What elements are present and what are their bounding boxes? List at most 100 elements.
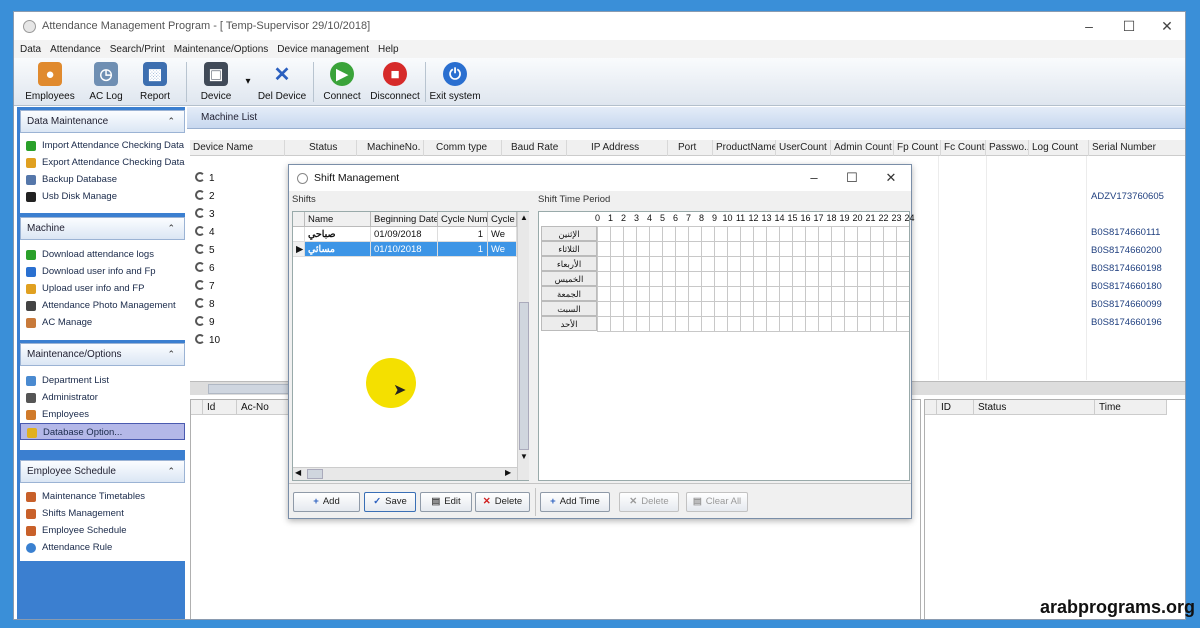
scroll-thumb[interactable] bbox=[307, 469, 323, 479]
col-header[interactable]: Port bbox=[668, 140, 713, 156]
minimize-button[interactable]: – bbox=[1069, 12, 1109, 40]
col-header[interactable]: Log Count bbox=[1029, 140, 1089, 156]
table-row[interactable]: 6 bbox=[195, 260, 215, 278]
table-row[interactable]: 9 bbox=[195, 314, 215, 332]
scroll-down-icon[interactable]: ▼ bbox=[519, 452, 529, 464]
machine-header[interactable]: Machine ⌃ bbox=[20, 217, 185, 240]
employee-schedule-header[interactable]: Employee Schedule ⌃ bbox=[20, 460, 185, 483]
table-row[interactable]: 10 bbox=[195, 332, 220, 350]
scroll-left-icon[interactable]: ◀ bbox=[295, 468, 301, 477]
vertical-scrollbar[interactable]: ▲ ▼ bbox=[517, 212, 529, 480]
edit-button[interactable]: ▤ Edit bbox=[420, 492, 472, 512]
shift-row-selected[interactable]: ▶ مسائي 01/10/2018 1 We bbox=[293, 242, 517, 257]
sidebar-item-upload-user[interactable]: Upload user info and FP bbox=[20, 280, 185, 297]
col-header[interactable]: Fc Count bbox=[941, 140, 986, 156]
col-header[interactable]: IP Address bbox=[567, 140, 668, 156]
col-header[interactable]: Status bbox=[285, 140, 357, 156]
sidebar-item-download-logs[interactable]: Download attendance logs bbox=[20, 246, 185, 263]
device-button[interactable]: ▣ Device bbox=[196, 60, 236, 104]
col-header[interactable]: Cycle Num bbox=[438, 212, 488, 227]
sidebar-item-administrator[interactable]: Administrator bbox=[20, 389, 185, 406]
database-icon bbox=[26, 175, 36, 185]
save-button[interactable]: ✓ Save bbox=[364, 492, 416, 512]
col-header[interactable]: Status bbox=[974, 400, 1095, 415]
menu-search-print[interactable]: Search/Print bbox=[110, 44, 165, 55]
col-header[interactable]: Passwo... bbox=[986, 140, 1029, 156]
table-row[interactable]: 4 bbox=[195, 224, 215, 242]
employees-button[interactable]: ● Employees bbox=[25, 60, 75, 104]
sidebar-item-export[interactable]: Export Attendance Checking Data bbox=[20, 154, 185, 171]
dialog-close-button[interactable]: ✕ bbox=[871, 165, 911, 191]
table-row[interactable]: 8 bbox=[195, 296, 215, 314]
sidebar-item-shifts[interactable]: Shifts Management bbox=[20, 505, 185, 522]
shift-row[interactable]: صباحي 01/09/2018 1 We bbox=[293, 227, 517, 242]
collapse-icon[interactable]: ⌃ bbox=[167, 344, 175, 365]
time-cells[interactable] bbox=[597, 226, 909, 332]
sidebar-item-database-option[interactable]: Database Option... bbox=[20, 423, 185, 440]
delete-button[interactable]: ✕ Delete bbox=[475, 492, 530, 512]
ac-log-button[interactable]: ◷ AC Log bbox=[84, 60, 128, 104]
maintenance-options-header[interactable]: Maintenance/Options ⌃ bbox=[20, 343, 185, 366]
report-button[interactable]: ▩ Report bbox=[135, 60, 175, 104]
sidebar-item-employee-schedule[interactable]: Employee Schedule bbox=[20, 522, 185, 539]
collapse-icon[interactable]: ⌃ bbox=[167, 111, 175, 132]
delete-time-button[interactable]: ✕ Delete bbox=[619, 492, 679, 512]
collapse-icon[interactable]: ⌃ bbox=[167, 461, 175, 482]
play-icon: ▶ bbox=[330, 62, 354, 86]
sidebar-item-timetables[interactable]: Maintenance Timetables bbox=[20, 488, 185, 505]
col-header[interactable]: Device Name bbox=[190, 140, 285, 156]
hour-label: 14 bbox=[774, 213, 785, 223]
horizontal-scrollbar[interactable]: ◀ ▶ bbox=[293, 467, 517, 480]
col-header[interactable]: Serial Number bbox=[1089, 140, 1185, 156]
col-header[interactable]: Id bbox=[203, 400, 237, 415]
col-header[interactable]: Fp Count bbox=[894, 140, 941, 156]
col-header[interactable]: Baud Rate bbox=[502, 140, 567, 156]
col-header[interactable]: ProductName bbox=[713, 140, 776, 156]
sidebar-item-ac-manage[interactable]: AC Manage bbox=[20, 314, 185, 331]
connect-button[interactable]: ▶ Connect bbox=[320, 60, 364, 104]
col-header[interactable]: ID bbox=[937, 400, 974, 415]
sidebar-item-attendance-rule[interactable]: Attendance Rule bbox=[20, 539, 185, 556]
sidebar-item-photo[interactable]: Attendance Photo Management bbox=[20, 297, 185, 314]
table-row[interactable]: 1 bbox=[195, 170, 215, 188]
scroll-up-icon[interactable]: ▲ bbox=[519, 213, 529, 225]
sidebar-item-backup[interactable]: Backup Database bbox=[20, 171, 185, 188]
clear-all-button[interactable]: ▤ Clear All bbox=[686, 492, 748, 512]
dialog-maximize-button[interactable]: ☐ bbox=[832, 165, 872, 191]
sidebar-item-import[interactable]: Import Attendance Checking Data bbox=[20, 137, 185, 154]
add-button[interactable]: + Add bbox=[293, 492, 360, 512]
col-header[interactable]: Beginning Date bbox=[371, 212, 438, 227]
scroll-thumb[interactable] bbox=[519, 302, 529, 450]
menu-maintenance-options[interactable]: Maintenance/Options bbox=[174, 44, 269, 55]
exit-system-button[interactable]: ⏻ Exit system bbox=[429, 60, 481, 104]
col-header[interactable]: Cycle bbox=[488, 212, 517, 227]
col-header[interactable]: Admin Count bbox=[831, 140, 894, 156]
col-header[interactable]: Comm type bbox=[424, 140, 502, 156]
data-maintenance-header[interactable]: Data Maintenance ⌃ bbox=[20, 110, 185, 133]
collapse-icon[interactable]: ⌃ bbox=[167, 218, 175, 239]
hour-label: 13 bbox=[761, 213, 772, 223]
del-device-button[interactable]: ✕ Del Device bbox=[256, 60, 308, 104]
menu-help[interactable]: Help bbox=[378, 44, 399, 55]
add-time-button[interactable]: + Add Time bbox=[540, 492, 610, 512]
table-row[interactable]: 3 bbox=[195, 206, 215, 224]
menu-device-management[interactable]: Device management bbox=[277, 44, 369, 55]
sidebar-item-usb[interactable]: Usb Disk Manage bbox=[20, 188, 185, 205]
col-header[interactable]: Time bbox=[1095, 400, 1167, 415]
dialog-minimize-button[interactable]: – bbox=[794, 165, 834, 191]
table-row[interactable]: 7 bbox=[195, 278, 215, 296]
col-header[interactable]: Name bbox=[305, 212, 371, 227]
sidebar-item-employees[interactable]: Employees bbox=[20, 406, 185, 423]
menu-data[interactable]: Data bbox=[20, 44, 41, 55]
close-button[interactable]: ✕ bbox=[1147, 12, 1185, 40]
sidebar-item-department[interactable]: Department List bbox=[20, 372, 185, 389]
table-row[interactable]: 2 bbox=[195, 188, 215, 206]
col-header[interactable]: MachineNo. bbox=[357, 140, 424, 156]
scroll-right-icon[interactable]: ▶ bbox=[505, 468, 511, 477]
maximize-button[interactable]: ☐ bbox=[1109, 12, 1149, 40]
table-row[interactable]: 5 bbox=[195, 242, 215, 260]
menu-attendance[interactable]: Attendance bbox=[50, 44, 101, 55]
disconnect-button[interactable]: ■ Disconnect bbox=[368, 60, 422, 104]
sidebar-item-download-user[interactable]: Download user info and Fp bbox=[20, 263, 185, 280]
col-header[interactable]: UserCount bbox=[776, 140, 831, 156]
